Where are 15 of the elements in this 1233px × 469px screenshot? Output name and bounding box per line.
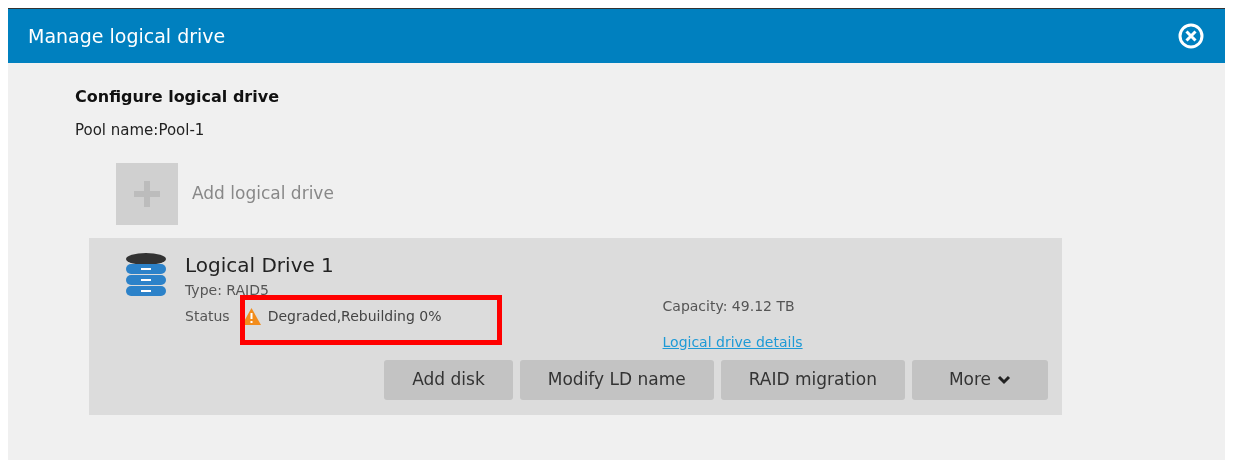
section-title: Configure logical drive [75,86,280,108]
status-label: Status [185,306,230,326]
more-dropdown-button[interactable]: More [912,359,1048,400]
capacity-text: Capacity: 49.12 TB [662,296,796,316]
database-icon [125,251,167,298]
action-button[interactable]: RAID migration [720,359,905,400]
action-button[interactable]: Add disk [384,359,513,400]
action-button[interactable]: Modify LD name [519,359,714,400]
window-title: Manage logical drive [28,23,226,49]
pool-name: Pool name:Pool-1 [75,120,206,141]
close-icon[interactable] [1177,22,1205,50]
status-text: Degraded,Rebuilding 0% [267,306,442,326]
drive-name: Logical Drive 1 [185,251,335,278]
drive-type: Type: RAID5 [185,280,270,300]
chevron-down-icon [997,374,1012,385]
